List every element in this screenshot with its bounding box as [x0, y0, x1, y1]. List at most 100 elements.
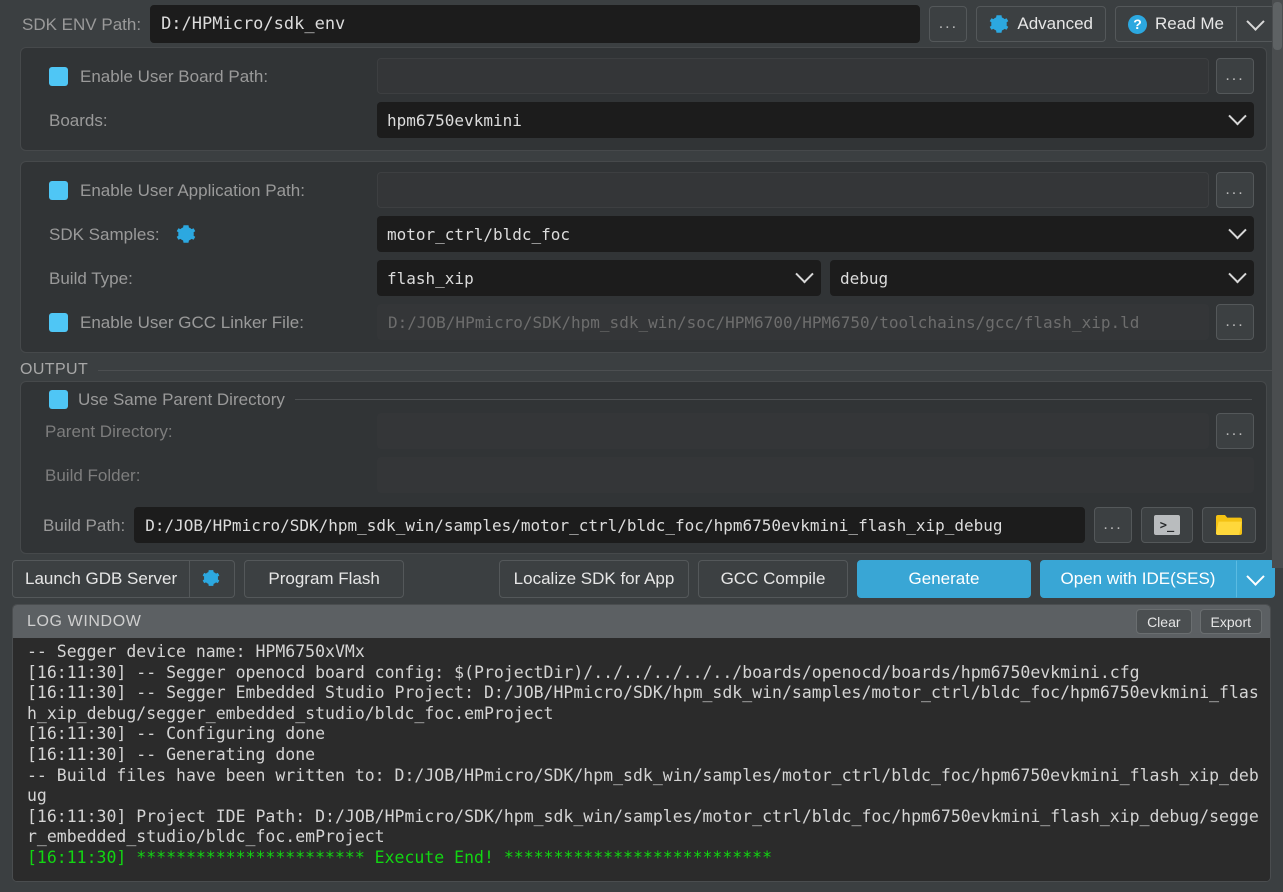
chevron-down-icon: [1228, 106, 1247, 130]
enable-user-gcc-linker-checkbox[interactable]: [49, 312, 68, 332]
build-type-row: Build Type:: [33, 270, 377, 287]
log-line: [16:11:30] -- Configuring done: [27, 724, 326, 744]
open-folder-button[interactable]: [1202, 507, 1256, 543]
log-export-button[interactable]: Export: [1199, 609, 1262, 634]
output-section: Use Same Parent Directory Parent Directo…: [20, 381, 1267, 554]
use-same-parent-directory-checkbox[interactable]: [49, 390, 68, 409]
build-type-wrap: flash_xip debug: [377, 260, 1254, 296]
build-path-browse-button[interactable]: ...: [1094, 507, 1132, 543]
build-folder-label: Build Folder:: [45, 465, 141, 485]
open-with-ide-split-button: Open with IDE(SES): [1040, 560, 1275, 598]
log-line: [16:11:30] -- Segger Embedded Studio Pro…: [27, 683, 1259, 723]
enable-user-board-path-checkbox[interactable]: [49, 66, 68, 86]
sdk-samples-label: SDK Samples:: [49, 224, 160, 244]
launch-gdb-split-button: Launch GDB Server: [12, 560, 236, 598]
open-with-ide-dropdown-button[interactable]: [1236, 560, 1275, 598]
log-clear-button[interactable]: Clear: [1136, 609, 1192, 634]
application-group-box: Enable User Application Path: ... SDK Sa…: [20, 161, 1267, 353]
right-scrollbar-thumb[interactable]: [1273, 2, 1282, 50]
user-application-path-wrap: ...: [377, 172, 1254, 208]
open-terminal-button[interactable]: >_: [1141, 507, 1193, 543]
right-scrollbar-track[interactable]: [1272, 0, 1283, 568]
enable-user-application-path-row[interactable]: Enable User Application Path:: [33, 180, 377, 200]
log-window: LOG WINDOW Clear Export -- Segger device…: [12, 604, 1271, 882]
enable-user-board-path-row[interactable]: Enable User Board Path:: [33, 66, 377, 86]
readme-dropdown-button[interactable]: [1237, 6, 1275, 42]
gcc-linker-file-input[interactable]: D:/JOB/HPmicro/SDK/hpm_sdk_win/soc/HPM67…: [377, 304, 1209, 340]
advanced-button[interactable]: Advanced: [976, 6, 1107, 42]
sdk-env-path-label: SDK ENV Path:: [22, 14, 142, 34]
build-folder-wrap: [377, 457, 1254, 493]
log-line: [16:11:30] -- Generating done: [27, 744, 316, 764]
log-line: [16:11:30] -- Segger openocd board confi…: [27, 662, 1140, 682]
build-type-label: Build Type:: [49, 268, 133, 288]
sdk-env-path-browse-button[interactable]: ...: [929, 6, 968, 42]
build-config-select[interactable]: debug: [830, 260, 1254, 296]
localize-sdk-for-app-button[interactable]: Localize SDK for App: [499, 560, 689, 598]
log-window-body[interactable]: -- Segger device name: HPM6750xVMx [16:11…: [13, 638, 1270, 881]
boards-select[interactable]: hpm6750evkmini: [377, 102, 1254, 138]
user-board-path-wrap: ...: [377, 58, 1254, 94]
launch-gdb-settings-button[interactable]: [190, 560, 236, 598]
boards-row: Boards:: [33, 112, 377, 129]
chevron-down-icon: [1228, 220, 1247, 244]
program-flash-button[interactable]: Program Flash: [244, 560, 405, 598]
launch-gdb-server-button[interactable]: Launch GDB Server: [12, 560, 191, 598]
log-window-header: LOG WINDOW Clear Export: [13, 605, 1270, 638]
generate-button[interactable]: Generate: [857, 560, 1031, 598]
sdk-env-path-row: SDK ENV Path: D:/HPMicro/sdk_env ... Adv…: [0, 0, 1283, 47]
build-type-select[interactable]: flash_xip: [377, 260, 821, 296]
readme-button[interactable]: ? Read Me: [1115, 6, 1237, 42]
gcc-compile-button[interactable]: GCC Compile: [698, 560, 848, 598]
user-board-path-browse-button[interactable]: ...: [1216, 58, 1254, 94]
use-same-parent-directory-label: Use Same Parent Directory: [78, 390, 285, 409]
build-path-input[interactable]: D:/JOB/HPmicro/SDK/hpm_sdk_win/samples/m…: [134, 507, 1085, 543]
use-same-parent-rule: [294, 399, 1252, 400]
advanced-button-label: Advanced: [1017, 14, 1094, 33]
gear-icon[interactable]: [176, 224, 196, 244]
sdk-env-path-input[interactable]: D:/HPMicro/sdk_env: [150, 5, 921, 43]
readme-split-button: ? Read Me: [1115, 6, 1275, 42]
terminal-icon: >_: [1154, 515, 1180, 535]
gear-icon: [202, 569, 222, 589]
enable-user-application-path-checkbox[interactable]: [49, 180, 68, 200]
build-folder-input[interactable]: [377, 457, 1254, 493]
enable-user-gcc-linker-row[interactable]: Enable User GCC Linker File:: [33, 312, 377, 332]
log-line: [16:11:30] Project IDE Path: D:/JOB/HPmi…: [27, 806, 1259, 847]
board-group-box: Enable User Board Path: ... Boards: hpm6…: [20, 47, 1267, 151]
log-line: -- Build files have been written to: D:/…: [27, 765, 1259, 806]
open-with-ide-button[interactable]: Open with IDE(SES): [1040, 560, 1236, 598]
parent-directory-input[interactable]: [377, 413, 1209, 449]
log-line: [16:11:30] *********************** Execu…: [27, 847, 773, 867]
enable-user-board-path-label: Enable User Board Path:: [80, 66, 269, 86]
readme-button-label: Read Me: [1155, 14, 1224, 33]
sdk-samples-select[interactable]: motor_ctrl/bldc_foc: [377, 216, 1254, 252]
build-path-label: Build Path:: [43, 515, 126, 535]
chevron-down-icon: [1228, 264, 1247, 288]
question-circle-icon: ?: [1128, 14, 1148, 34]
chevron-down-icon: [795, 264, 814, 288]
sdk-samples-row: SDK Samples:: [33, 224, 377, 244]
hpm-sdk-env-tool-window: SDK ENV Path: D:/HPMicro/sdk_env ... Adv…: [0, 0, 1283, 892]
parent-directory-browse-button[interactable]: ...: [1216, 413, 1254, 449]
boards-label: Boards:: [49, 110, 108, 130]
action-button-bar: Launch GDB Server Program Flash Localize…: [0, 554, 1283, 604]
user-board-path-input[interactable]: [377, 58, 1209, 94]
application-grid: Enable User Application Path: ... SDK Sa…: [21, 162, 1266, 352]
boards-wrap: hpm6750evkmini: [377, 102, 1254, 138]
build-path-row: Build Path: D:/JOB/HPmicro/SDK/hpm_sdk_w…: [21, 505, 1266, 553]
output-title-label: OUTPUT: [20, 361, 89, 378]
log-window-title: LOG WINDOW: [27, 612, 142, 630]
enable-user-application-path-label: Enable User Application Path:: [80, 180, 305, 200]
parent-directory-wrap: ...: [377, 413, 1254, 449]
build-folder-row: Build Folder:: [33, 467, 377, 484]
sdk-samples-select-value: motor_ctrl/bldc_foc: [387, 224, 571, 244]
gcc-linker-file-browse-button[interactable]: ...: [1216, 304, 1254, 340]
sdk-samples-wrap: motor_ctrl/bldc_foc: [377, 216, 1254, 252]
board-grid: Enable User Board Path: ... Boards: hpm6…: [21, 48, 1266, 150]
build-config-select-value: debug: [840, 268, 889, 288]
user-application-path-browse-button[interactable]: ...: [1216, 172, 1254, 208]
gcc-linker-file-wrap: D:/JOB/HPmicro/SDK/hpm_sdk_win/soc/HPM67…: [377, 304, 1254, 340]
user-application-path-input[interactable]: [377, 172, 1209, 208]
log-line: -- Segger device name: HPM6750xVMx: [27, 642, 365, 661]
